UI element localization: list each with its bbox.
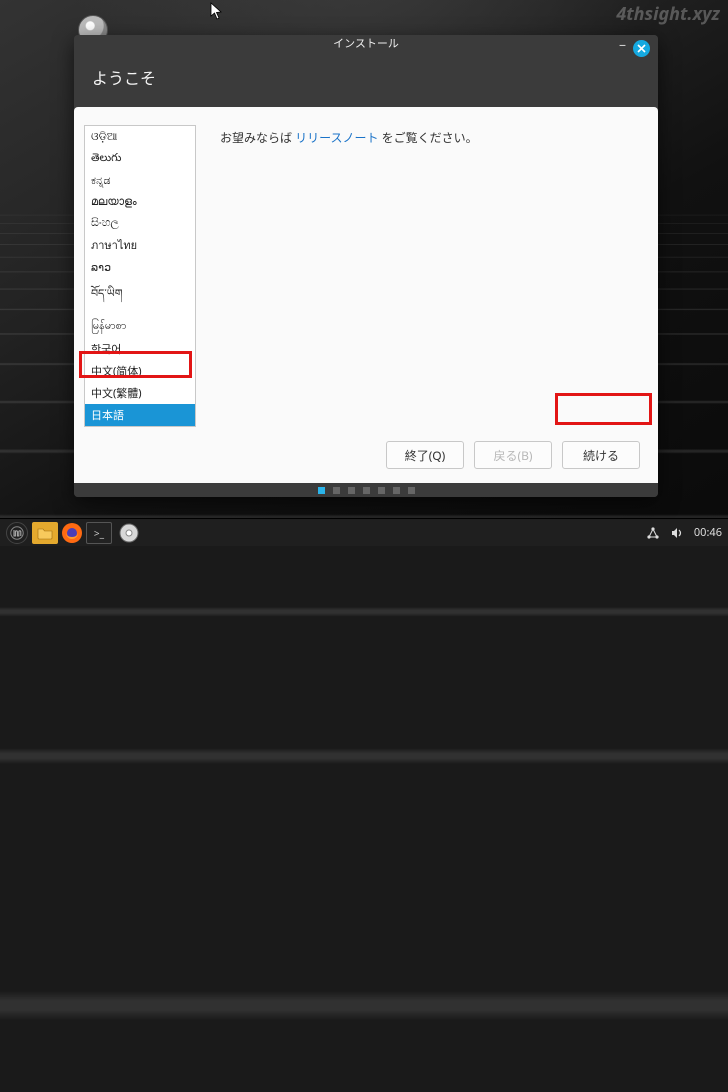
language-option[interactable]: ภาษาไทย [85, 233, 195, 257]
language-option[interactable]: ລາວ [85, 257, 195, 278]
mint-logo-icon [10, 526, 24, 540]
step-dot [378, 487, 385, 494]
step-dot [363, 487, 370, 494]
language-option[interactable]: 中文(繁體) [85, 382, 195, 404]
desktop: 4thsight.xyz Inst インストール – ようこそ ଓଡ଼ିଆతెల… [0, 0, 728, 546]
release-notes-link[interactable]: リリースノート [295, 129, 378, 146]
language-option[interactable]: မြန်မာစာ [85, 315, 195, 338]
language-option[interactable]: ಕನ್ನಡ [85, 170, 195, 191]
step-dot [408, 487, 415, 494]
ask-suffix: をご覧ください。 [379, 129, 478, 146]
start-menu-button[interactable] [6, 522, 28, 544]
ask-prefix: お望みならば [220, 129, 295, 146]
terminal-icon: >_ [94, 526, 104, 540]
close-icon [637, 44, 646, 53]
taskbar[interactable]: >_ 00:46 [0, 518, 728, 546]
disc-icon [119, 523, 139, 543]
window-title: インストール [333, 35, 399, 51]
page-title: ようこそ [74, 51, 658, 107]
continue-button[interactable]: 続ける [562, 441, 640, 469]
taskbar-firefox-button[interactable] [62, 523, 82, 543]
installer-window: インストール – ようこそ ଓଡ଼ିଆతెలుగుಕನ್ನಡമലയാളംසිංහ… [74, 35, 658, 497]
back-button: 戻る(B) [474, 441, 552, 469]
step-indicator [74, 483, 658, 497]
taskbar-installer-button[interactable] [116, 522, 142, 544]
minimize-button[interactable]: – [619, 40, 626, 50]
language-option[interactable]: 日本語 [85, 404, 195, 426]
firefox-icon [64, 525, 80, 541]
network-icon[interactable] [646, 526, 660, 540]
language-option[interactable]: తెలుగు [85, 147, 195, 170]
content-panel: ଓଡ଼ିଆతెలుగుಕನ್ನಡമലയാളംසිංහලภาษาไทยລາວབོད… [74, 107, 658, 483]
step-dot [348, 487, 355, 494]
folder-icon [37, 526, 53, 540]
language-option[interactable]: 한국어 [85, 338, 195, 360]
footer-buttons: 終了(Q) 戻る(B) 続ける [74, 427, 658, 483]
taskbar-files-button[interactable] [32, 522, 58, 544]
language-option[interactable]: ଓଡ଼ିଆ [85, 126, 195, 147]
taskbar-terminal-button[interactable]: >_ [86, 522, 112, 544]
step-dot [318, 487, 325, 494]
step-dot [393, 487, 400, 494]
quit-button[interactable]: 終了(Q) [386, 441, 464, 469]
titlebar[interactable]: インストール – [74, 35, 658, 51]
system-tray: 00:46 [646, 525, 722, 540]
close-button[interactable] [633, 40, 650, 57]
language-option[interactable]: 中文(简体) [85, 360, 195, 382]
cursor-icon [210, 2, 224, 25]
watermark: 4thsight.xyz [616, 2, 720, 26]
volume-icon[interactable] [670, 526, 684, 540]
language-option[interactable]: മലയാളം [85, 191, 195, 212]
language-option[interactable]: සිංහල [85, 212, 195, 233]
clock[interactable]: 00:46 [694, 525, 722, 540]
release-notes-text: お望みならば リリースノート をご覧ください。 [220, 125, 640, 427]
step-dot [333, 487, 340, 494]
language-list[interactable]: ଓଡ଼ିଆతెలుగుಕನ್ನಡമലയാളംසිංහලภาษาไทยລາວབོད… [84, 125, 196, 427]
language-option[interactable]: བོད་ཡིག [85, 278, 195, 315]
